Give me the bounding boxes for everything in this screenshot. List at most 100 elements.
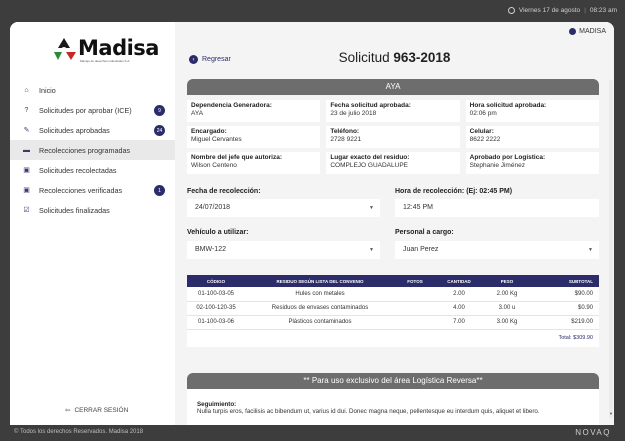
current-date: Viernes 17 de agosto bbox=[518, 7, 581, 14]
fecha-select[interactable]: 24/07/2018 ▼ bbox=[187, 199, 380, 217]
vehiculo-label: Vehículo a utilizar: bbox=[187, 229, 249, 236]
sidebar-item-finalizadas[interactable]: ☑ Solicitudes finalizadas bbox=[10, 200, 175, 220]
sidebar-item-label: Recolecciones programadas bbox=[39, 145, 131, 155]
personal-label: Personal a cargo: bbox=[395, 229, 454, 236]
clock-icon bbox=[507, 7, 515, 14]
sidebar-item-label: Solicitudes recolectadas bbox=[39, 165, 117, 175]
chevron-left-icon: ‹ bbox=[189, 55, 198, 64]
clipboard-check-icon: ▣ bbox=[23, 187, 30, 194]
hora-label: Hora de recolección: (Ej: 02:45 PM) bbox=[395, 188, 513, 195]
truck-icon: ▬ bbox=[23, 146, 30, 154]
info-celular: Celular: 8622 2222 bbox=[465, 126, 599, 148]
sidebar-nav: ⌂ Inicio ? Solicitudes por aprobar (ICE)… bbox=[10, 80, 175, 220]
sidebar-item-por-aprobar[interactable]: ? Solicitudes por aprobar (ICE) 9 bbox=[10, 100, 175, 120]
vehiculo-select[interactable]: BMW-122 ▼ bbox=[187, 241, 380, 259]
logout-label: CERRAR SESIÓN bbox=[74, 406, 129, 414]
question-icon: ? bbox=[24, 106, 29, 114]
col-residuo: RESIDUO SEGÚN LISTA DEL CONVENIO bbox=[276, 278, 364, 284]
footer-brand: NOVAQ bbox=[575, 428, 611, 437]
sidebar-item-label: Inicio bbox=[39, 85, 56, 95]
page-title: Solicitud 963-2018 bbox=[175, 50, 614, 65]
edit-icon: ✎ bbox=[23, 127, 30, 134]
count-badge: 24 bbox=[154, 125, 165, 136]
check-square-icon: ☑ bbox=[23, 207, 30, 214]
info-logistica: Aprobado por Logística: Stephanie Jiméne… bbox=[465, 152, 599, 174]
request-info: Dependencia Generadora: AYA Fecha solici… bbox=[187, 100, 599, 178]
hora-input[interactable]: 12:45 PM bbox=[395, 199, 599, 217]
sidebar-item-verificadas[interactable]: ▣ Recolecciones verificadas 1 bbox=[10, 180, 175, 200]
chevron-down-icon: ▼ bbox=[369, 247, 374, 253]
back-button[interactable]: ‹ Regresar bbox=[189, 55, 231, 64]
seguimiento-text: Nulla turpis eros, facilisis ac bibendum… bbox=[197, 408, 540, 415]
app-window: Madisa Manejo de desechos industriales S… bbox=[10, 22, 614, 425]
sidebar: Madisa Manejo de desechos industriales S… bbox=[10, 22, 175, 425]
hora-value: 12:45 PM bbox=[403, 204, 433, 211]
sidebar-item-recolectadas[interactable]: ▣ Solicitudes recolectadas bbox=[10, 160, 175, 180]
main-content: MADISA Solicitud 963-2018 ‹ Regresar AYA… bbox=[175, 22, 614, 425]
logo: Madisa Manejo de desechos industriales S… bbox=[50, 36, 159, 64]
user-menu[interactable]: MADISA bbox=[569, 28, 606, 35]
home-icon: ⌂ bbox=[24, 86, 29, 94]
table-row: 01-100-03-06 Plásticos contaminados 7.00… bbox=[187, 315, 599, 330]
footer: © Todos los derechos Reservados. Madisa … bbox=[0, 425, 625, 441]
col-subtotal: SUBTOTAL bbox=[568, 278, 593, 284]
sidebar-item-label: Recolecciones verificadas bbox=[39, 185, 123, 195]
table-row: 02-100-120-35 Residuos de envases contam… bbox=[187, 301, 599, 316]
info-row: Dependencia Generadora: AYA Fecha solici… bbox=[187, 100, 599, 122]
info-row: Nombre del jefe que autoriza: Wilson Cen… bbox=[187, 152, 599, 174]
request-number: 963-2018 bbox=[393, 50, 451, 65]
sidebar-item-aprobadas[interactable]: ✎ Solicitudes aprobadas 24 bbox=[10, 120, 175, 140]
info-lugar: Lugar exacto del residuo: COMPLEJO GUADA… bbox=[326, 152, 460, 174]
back-label: Regresar bbox=[202, 56, 231, 63]
count-badge: 1 bbox=[154, 185, 165, 196]
col-codigo: CÓDIGO bbox=[206, 278, 226, 284]
seguimiento-box: Seguimiento: Nulla turpis eros, facilisi… bbox=[187, 389, 599, 425]
residuos-table: CÓDIGO RESIDUO SEGÚN LISTA DEL CONVENIO … bbox=[187, 275, 599, 347]
title-prefix: Solicitud bbox=[338, 50, 390, 65]
personal-value: Juan Perez bbox=[403, 246, 439, 253]
col-peso: PESO bbox=[500, 278, 514, 284]
current-time: 08:23 am bbox=[589, 7, 617, 14]
sidebar-item-inicio[interactable]: ⌂ Inicio bbox=[10, 80, 175, 100]
fecha-value: 24/07/2018 bbox=[195, 204, 231, 211]
user-name: MADISA bbox=[579, 28, 606, 35]
count-badge: 9 bbox=[154, 105, 165, 116]
section-header: AYA bbox=[187, 79, 599, 95]
info-dependencia: Dependencia Generadora: AYA bbox=[187, 100, 321, 122]
info-encargado: Encargado: Miguel Cervantes bbox=[187, 126, 321, 148]
top-bar: Viernes 17 de agosto | 08:23 am bbox=[0, 0, 625, 22]
brand-name: Madisa bbox=[78, 36, 159, 60]
info-telefono: Teléfono: 2728 9221 bbox=[326, 126, 460, 148]
info-hora-aprobada: Hora solicitud aprobada: 02:06 pm bbox=[465, 100, 599, 122]
sidebar-item-label: Solicitudes finalizadas bbox=[39, 205, 110, 215]
col-cantidad: CANTIDAD bbox=[447, 278, 471, 284]
info-jefe: Nombre del jefe que autoriza: Wilson Cen… bbox=[187, 152, 321, 174]
table-row: 01-100-03-05 Hules con metales 2.00 2.00… bbox=[187, 287, 599, 302]
vehiculo-value: BMW-122 bbox=[195, 246, 226, 253]
clipboard-icon: ▣ bbox=[23, 167, 30, 174]
brand-subtitle: Manejo de desechos industriales S.A. bbox=[80, 59, 131, 63]
fecha-label: Fecha de recolección: bbox=[187, 188, 261, 195]
sidebar-item-label: Solicitudes por aprobar (ICE) bbox=[39, 105, 132, 115]
info-fecha-aprobada: Fecha solicitud aprobada: 23 de julio 20… bbox=[326, 100, 460, 122]
sidebar-item-programadas[interactable]: ▬ Recolecciones programadas bbox=[10, 140, 175, 160]
user-icon bbox=[569, 28, 577, 35]
logout-icon: ⇦ bbox=[65, 407, 71, 414]
reversa-header: ** Para uso exclusivo del área Logística… bbox=[187, 373, 599, 389]
date-time: Viernes 17 de agosto | 08:23 am bbox=[507, 7, 617, 14]
col-fotos: FOTOS bbox=[407, 278, 423, 284]
divider: | bbox=[584, 7, 586, 14]
logout-button[interactable]: ⇦ CERRAR SESIÓN bbox=[65, 406, 129, 415]
info-row: Encargado: Miguel Cervantes Teléfono: 27… bbox=[187, 126, 599, 148]
table-total: Total: $309.90 bbox=[558, 334, 593, 341]
recycle-logo-icon bbox=[54, 38, 76, 60]
scrollbar[interactable]: ▼ bbox=[609, 80, 613, 418]
scroll-down-icon[interactable]: ▼ bbox=[609, 411, 613, 416]
chevron-down-icon: ▼ bbox=[588, 247, 593, 253]
sidebar-item-label: Solicitudes aprobadas bbox=[39, 125, 110, 135]
chevron-down-icon: ▼ bbox=[369, 205, 374, 211]
table-header: CÓDIGO RESIDUO SEGÚN LISTA DEL CONVENIO … bbox=[187, 275, 599, 287]
seguimiento-label: Seguimiento: bbox=[197, 401, 237, 408]
copyright: © Todos los derechos Reservados. Madisa … bbox=[14, 429, 144, 435]
personal-select[interactable]: Juan Perez ▼ bbox=[395, 241, 599, 259]
